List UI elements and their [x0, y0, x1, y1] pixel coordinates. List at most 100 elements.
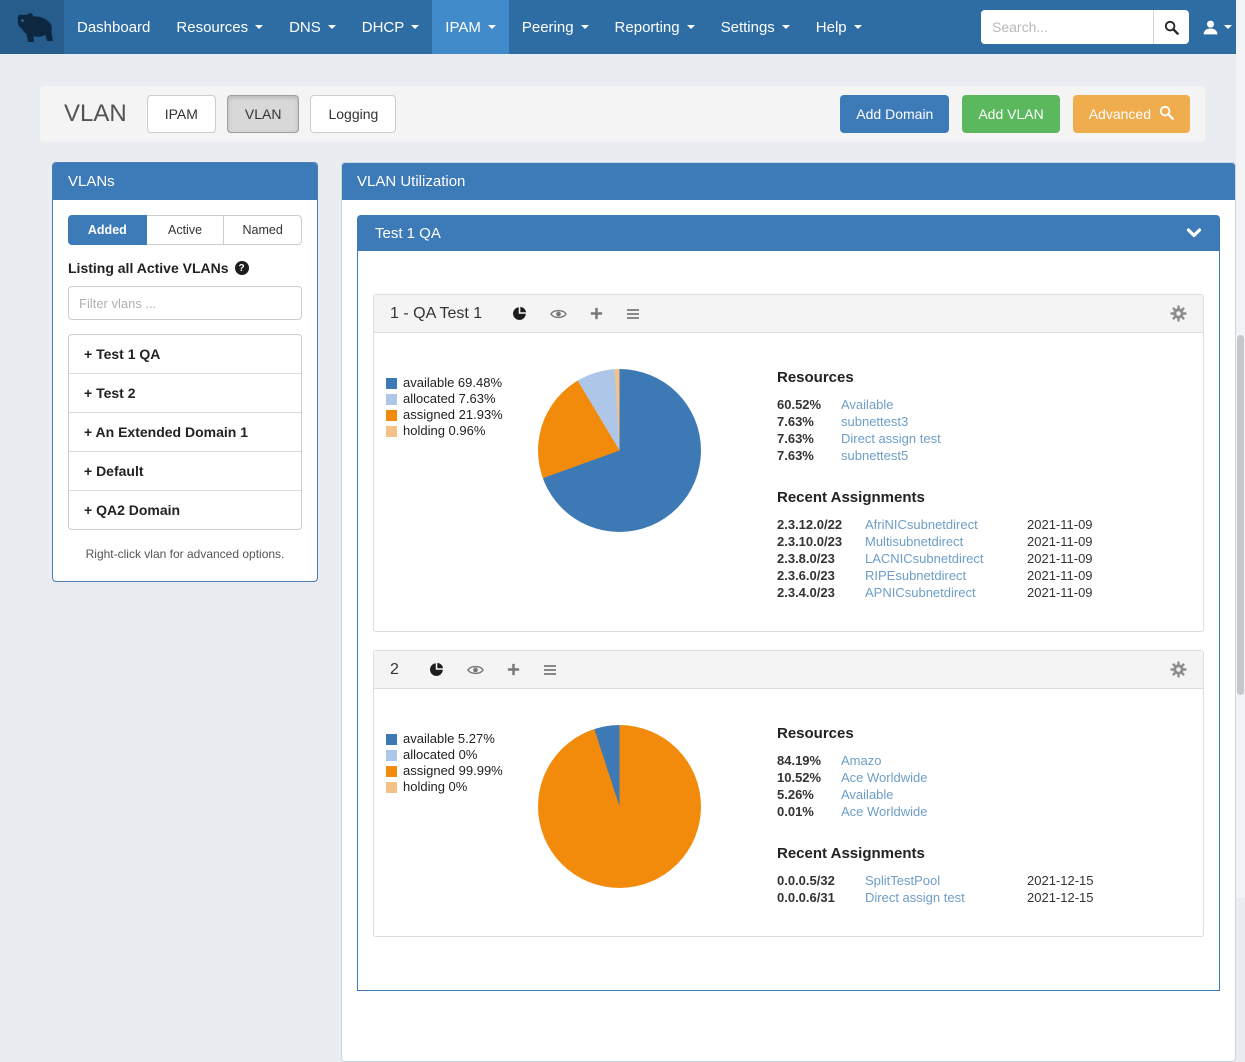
search-input[interactable]: [981, 10, 1153, 44]
eye-icon[interactable]: [467, 664, 484, 676]
recent-assignments-heading: Recent Assignments: [777, 489, 1179, 506]
vlan-list-item[interactable]: + Test 2: [69, 374, 301, 413]
caret-down-icon: [488, 25, 496, 29]
caret-down-icon: [782, 25, 790, 29]
nav-item-dhcp[interactable]: DHCP: [349, 0, 433, 54]
legend-label: holding 0%: [403, 779, 467, 795]
view-button-vlan[interactable]: VLAN: [227, 95, 300, 133]
resource-row: 0.01% Ace Worldwide: [777, 803, 1179, 820]
sidebar-title: VLANs: [53, 163, 317, 200]
vlan-block-header: 2: [374, 651, 1203, 689]
vlan-list-item[interactable]: + Default: [69, 452, 301, 491]
plus-icon[interactable]: [590, 307, 603, 320]
assignment-row: 2.3.12.0/22 AfriNICsubnetdirect 2021-11-…: [777, 516, 1179, 533]
legend-label: allocated 0%: [403, 747, 477, 763]
assignment-link[interactable]: RIPEsubnetdirect: [865, 567, 1027, 584]
add-domain-button[interactable]: Add Domain: [840, 95, 949, 133]
eye-icon[interactable]: [550, 308, 567, 320]
help-icon[interactable]: ?: [235, 261, 249, 275]
tab-named[interactable]: Named: [224, 215, 302, 245]
assignment-link[interactable]: Multisubnetdirect: [865, 533, 1027, 550]
filter-vlans-input[interactable]: [68, 286, 302, 320]
legend-item: holding 0.96%: [386, 423, 538, 439]
resource-percent: 7.63%: [777, 430, 841, 447]
vlan-block-header: 1 - QA Test 1: [374, 295, 1203, 333]
nav-item-reporting[interactable]: Reporting: [602, 0, 708, 54]
assignment-link[interactable]: LACNICsubnetdirect: [865, 550, 1027, 567]
assignment-link[interactable]: AfriNICsubnetdirect: [865, 516, 1027, 533]
action-button-label: Add Domain: [856, 106, 933, 122]
vlan-block-title: 2: [390, 661, 399, 679]
add-vlan-button[interactable]: Add VLAN: [962, 95, 1059, 133]
tab-added[interactable]: Added: [68, 215, 147, 245]
vlan-list-item[interactable]: + QA2 Domain: [69, 491, 301, 529]
pie-chart-icon[interactable]: [512, 306, 527, 321]
resource-row: 7.63% subnettest3: [777, 413, 1179, 430]
resource-link[interactable]: Amazo: [841, 752, 1179, 769]
vlan-group-header[interactable]: Test 1 QA: [357, 215, 1220, 251]
resource-link[interactable]: subnettest3: [841, 413, 1179, 430]
resource-link[interactable]: Ace Worldwide: [841, 803, 1179, 820]
resources-heading: Resources: [777, 369, 1179, 386]
list-icon[interactable]: [543, 664, 557, 676]
search-button[interactable]: [1153, 10, 1189, 44]
legend-swatch: [386, 394, 397, 405]
assignment-date: 2021-11-09: [1027, 533, 1179, 550]
nav-item-label: DHCP: [362, 19, 405, 36]
pie-chart: [538, 725, 701, 888]
user-menu[interactable]: [1202, 19, 1232, 36]
listing-label-text: Listing all Active VLANs: [68, 260, 229, 276]
view-button-ipam[interactable]: IPAM: [147, 95, 216, 133]
resource-link[interactable]: Ace Worldwide: [841, 769, 1179, 786]
vlan-utilization-block: 2: [373, 650, 1204, 937]
page-header: VLAN IPAMVLANLogging Add Domain Add VLAN…: [40, 86, 1205, 142]
nav-item-dashboard[interactable]: Dashboard: [64, 0, 163, 54]
vlan-list-item[interactable]: + Test 1 QA: [69, 335, 301, 374]
resource-link[interactable]: subnettest5: [841, 447, 1179, 464]
legend-item: allocated 0%: [386, 747, 538, 763]
assignment-cidr: 2.3.4.0/23: [777, 584, 865, 601]
plus-icon[interactable]: [507, 663, 520, 676]
nav-item-dns[interactable]: DNS: [276, 0, 349, 54]
nav-item-help[interactable]: Help: [803, 0, 875, 54]
advanced-button[interactable]: Advanced: [1073, 95, 1190, 133]
nav-item-ipam[interactable]: IPAM: [432, 0, 509, 54]
vlan-block-body: available 5.27% allocated 0% assigned 99…: [374, 689, 1203, 936]
nav-item-settings[interactable]: Settings: [708, 0, 803, 54]
nav-item-label: IPAM: [445, 19, 481, 36]
scrollbar-thumb[interactable]: [1237, 335, 1244, 695]
app-logo[interactable]: [0, 0, 64, 54]
resource-row: 7.63% Direct assign test: [777, 430, 1179, 447]
assignment-date: 2021-11-09: [1027, 550, 1179, 567]
nav-item-resources[interactable]: Resources: [163, 0, 276, 54]
resource-percent: 7.63%: [777, 413, 841, 430]
resource-link[interactable]: Available: [841, 396, 1179, 413]
nav-item-peering[interactable]: Peering: [509, 0, 602, 54]
resource-link[interactable]: Available: [841, 786, 1179, 803]
vlan-utilization-panel: VLAN Utilization Test 1 QA 1 - QA Test 1: [341, 162, 1236, 1062]
legend-label: assigned 99.99%: [403, 763, 503, 779]
vlan-group-title: Test 1 QA: [375, 225, 441, 242]
assignment-link[interactable]: APNICsubnetdirect: [865, 584, 1027, 601]
tab-active[interactable]: Active: [147, 215, 225, 245]
caret-down-icon: [687, 25, 695, 29]
resource-percent: 0.01%: [777, 803, 841, 820]
legend-item: available 5.27%: [386, 731, 538, 747]
view-button-logging[interactable]: Logging: [310, 95, 396, 133]
resource-percent: 5.26%: [777, 786, 841, 803]
global-search: [981, 10, 1189, 44]
assignment-link[interactable]: SplitTestPool: [865, 872, 1027, 889]
scrollbar[interactable]: [1236, 0, 1245, 898]
list-icon[interactable]: [626, 308, 640, 320]
action-button-label: Add VLAN: [978, 106, 1043, 122]
search-icon: [1159, 105, 1174, 123]
chevron-down-icon[interactable]: [1186, 226, 1202, 240]
resource-link[interactable]: Direct assign test: [841, 430, 1179, 447]
assignment-date: 2021-11-09: [1027, 516, 1179, 533]
assignment-cidr: 2.3.8.0/23: [777, 550, 865, 567]
vlan-list-item[interactable]: + An Extended Domain 1: [69, 413, 301, 452]
assignment-date: 2021-11-09: [1027, 567, 1179, 584]
gear-icon[interactable]: [1170, 305, 1187, 322]
pie-chart-icon[interactable]: [429, 662, 444, 677]
gear-icon[interactable]: [1170, 661, 1187, 678]
